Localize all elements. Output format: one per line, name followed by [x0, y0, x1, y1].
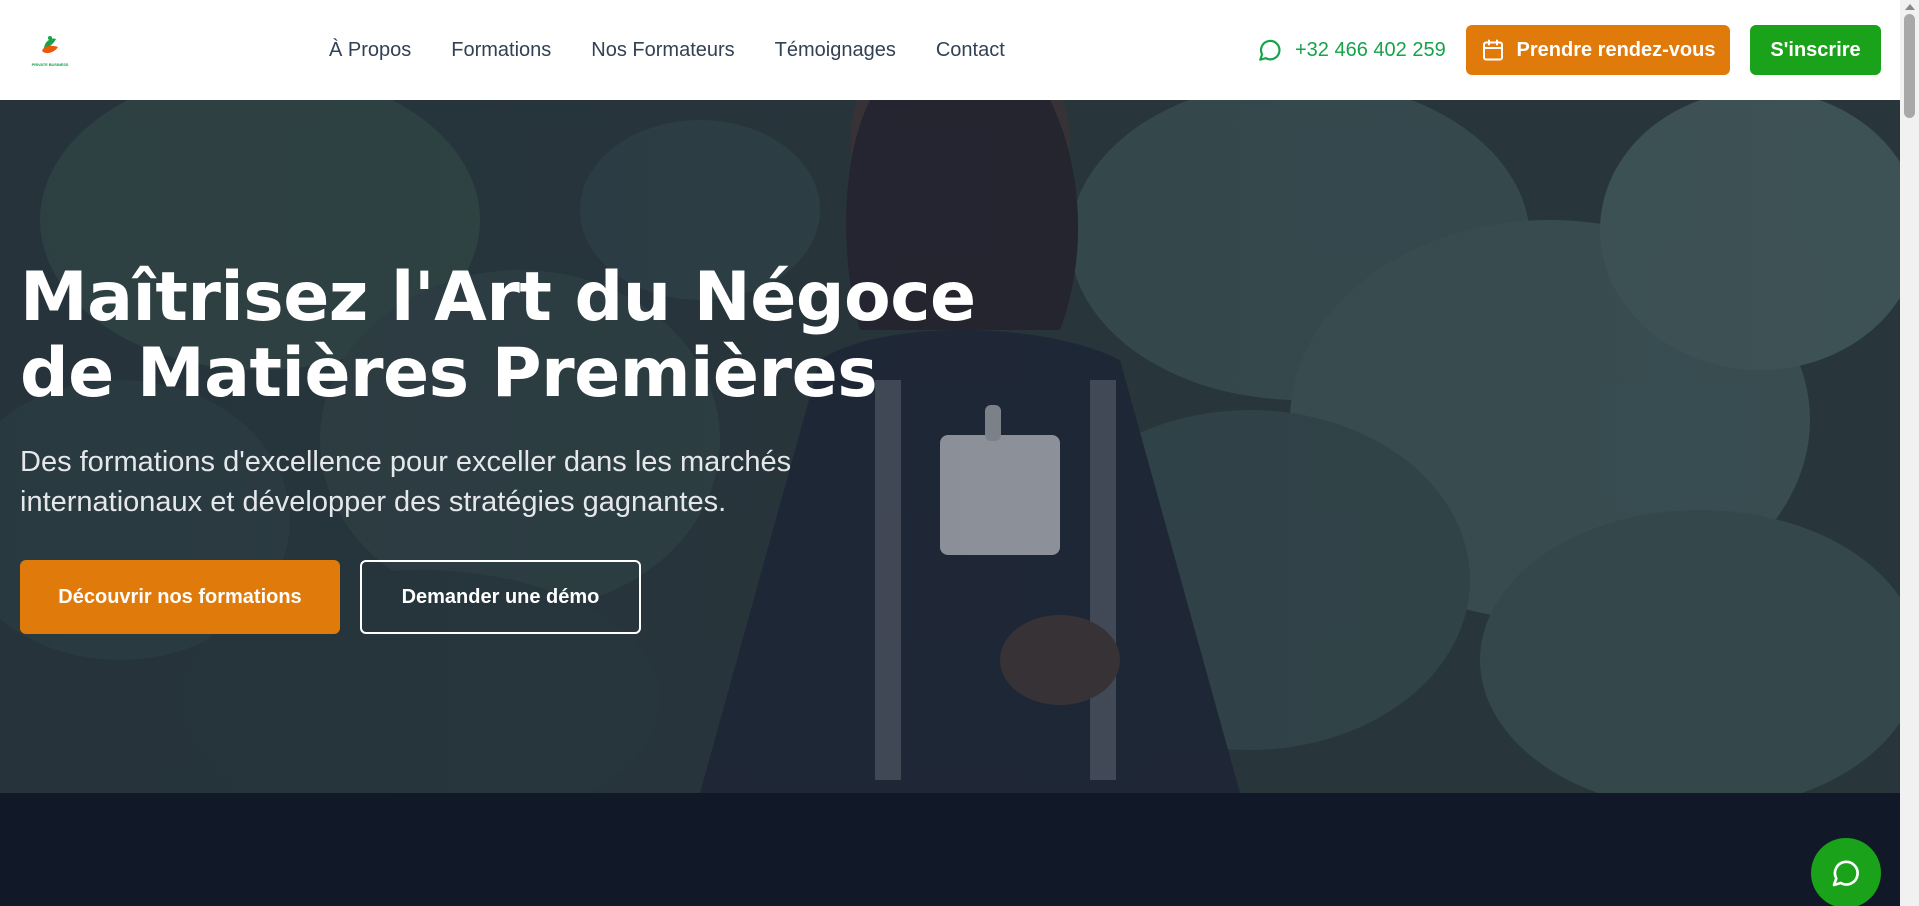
hero-section: Maîtrisez l'Art du Négoce de Matières Pr…	[0, 100, 1900, 793]
hero-subtitle: Des formations d'excellence pour excelle…	[20, 442, 880, 522]
hero-subtitle-line-1: Des formations d'excellence pour excelle…	[20, 446, 792, 478]
hero-title-line-1: Maîtrisez l'Art du Négoce	[20, 258, 976, 337]
logo-text: PRIVATE BUSINESS	[31, 62, 69, 67]
phone-link[interactable]: +32 466 402 259	[1257, 0, 1446, 100]
chat-bubble-icon	[1259, 39, 1281, 61]
chat-bubble-icon	[1832, 860, 1859, 887]
nav-item-temoignages[interactable]: Témoignages	[775, 39, 896, 62]
nav-item-formations[interactable]: Formations	[451, 39, 551, 62]
hero-subtitle-line-2: internationaux et développer des stratég…	[20, 486, 727, 518]
chat-button[interactable]	[1811, 838, 1881, 906]
calendar-icon	[1482, 39, 1503, 61]
scroll-up-arrow-icon[interactable]	[1905, 4, 1915, 10]
nav-item-a-propos[interactable]: À Propos	[329, 39, 411, 62]
phone-number: +32 466 402 259	[1295, 38, 1446, 61]
page-scrollbar[interactable]	[1900, 0, 1919, 906]
request-demo-label: Demander une démo	[401, 585, 600, 608]
dark-section	[0, 793, 1900, 906]
scroll-thumb[interactable]	[1904, 14, 1915, 118]
hero-title: Maîtrisez l'Art du Négoce de Matières Pr…	[20, 260, 980, 412]
main-nav: À Propos Formations Nos Formateurs Témoi…	[329, 0, 1005, 100]
signup-button-label: S'inscrire	[1770, 38, 1861, 61]
nav-item-formateurs[interactable]: Nos Formateurs	[591, 39, 734, 62]
logo-mark-icon	[42, 36, 58, 54]
appointment-button-label: Prendre rendez-vous	[1516, 38, 1716, 61]
hero-title-line-2: de Matières Premières	[20, 334, 878, 413]
logo[interactable]: PRIVATE BUSINESS	[30, 33, 70, 67]
signup-button[interactable]: S'inscrire	[1750, 25, 1881, 75]
nav-item-contact[interactable]: Contact	[936, 39, 1005, 62]
discover-formations-button[interactable]: Découvrir nos formations	[20, 560, 340, 634]
request-demo-button[interactable]: Demander une démo	[360, 560, 641, 634]
site-header: PRIVATE BUSINESS À Propos Formations Nos…	[0, 0, 1900, 100]
discover-formations-label: Découvrir nos formations	[58, 585, 302, 608]
appointment-button[interactable]: Prendre rendez-vous	[1466, 25, 1730, 75]
